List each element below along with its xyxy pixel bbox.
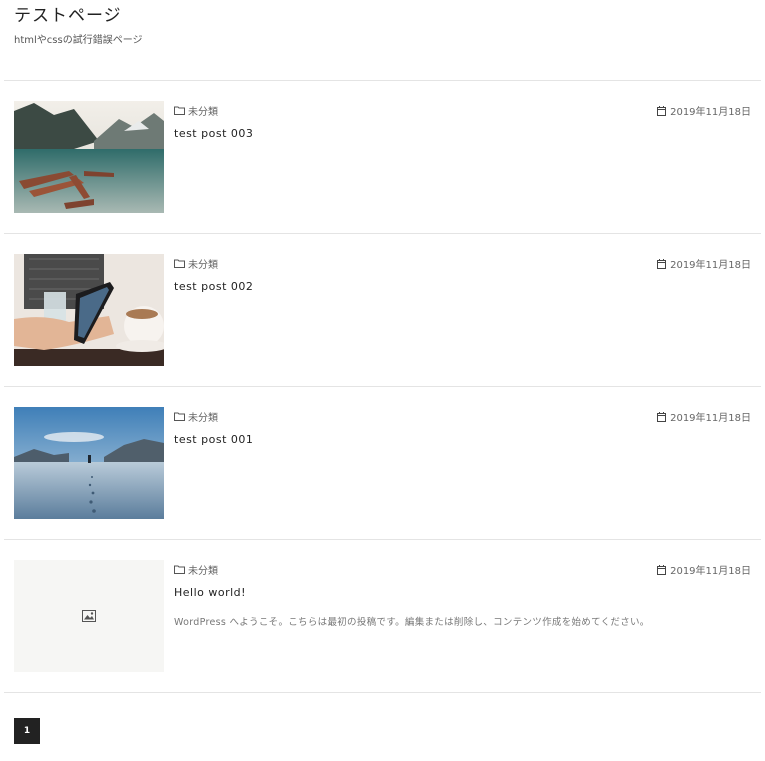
snow-field-image bbox=[14, 407, 164, 519]
post-category[interactable]: 未分類 bbox=[174, 562, 218, 577]
post-thumbnail-placeholder[interactable] bbox=[14, 560, 164, 672]
calendar-icon bbox=[657, 105, 667, 116]
post-category-label: 未分類 bbox=[188, 260, 218, 271]
post-title[interactable]: test post 002 bbox=[174, 280, 253, 293]
calendar-icon bbox=[657, 258, 667, 269]
post-category-label: 未分類 bbox=[188, 107, 218, 118]
post-date-label: 2019年11月18日 bbox=[670, 413, 751, 424]
lake-boats-image bbox=[14, 101, 164, 213]
post-thumbnail[interactable] bbox=[14, 101, 164, 213]
post-item: 未分類 2019年11月18日 test post 001 bbox=[4, 387, 761, 540]
post-date-label: 2019年11月18日 bbox=[670, 260, 751, 271]
post-thumbnail[interactable] bbox=[14, 254, 164, 366]
pagination: 1 bbox=[14, 718, 40, 744]
post-category-label: 未分類 bbox=[188, 566, 218, 577]
post-item: 未分類 2019年11月18日 test post 003 bbox=[4, 80, 761, 234]
post-item: 未分類 2019年11月18日 test post 002 bbox=[4, 234, 761, 387]
folder-icon bbox=[174, 412, 185, 421]
site-title[interactable]: テストページ bbox=[14, 5, 751, 27]
post-date-label: 2019年11月18日 bbox=[670, 566, 751, 577]
post-title[interactable]: test post 001 bbox=[174, 433, 253, 446]
post-date: 2019年11月18日 bbox=[657, 103, 751, 118]
phone-coffee-image bbox=[14, 254, 164, 366]
post-date: 2019年11月18日 bbox=[657, 409, 751, 424]
post-category[interactable]: 未分類 bbox=[174, 103, 218, 118]
post-date-label: 2019年11月18日 bbox=[670, 107, 751, 118]
folder-icon bbox=[174, 259, 185, 268]
post-title[interactable]: Hello world! bbox=[174, 586, 246, 599]
post-category[interactable]: 未分類 bbox=[174, 409, 218, 424]
post-title[interactable]: test post 003 bbox=[174, 127, 253, 140]
post-date: 2019年11月18日 bbox=[657, 562, 751, 577]
page-number-current[interactable]: 1 bbox=[14, 718, 40, 744]
post-date: 2019年11月18日 bbox=[657, 256, 751, 271]
post-excerpt: WordPress へようこそ。こちらは最初の投稿です。編集または削除し、コンテ… bbox=[174, 617, 650, 628]
post-category-label: 未分類 bbox=[188, 413, 218, 424]
site-header: テストページ htmlやcssの試行錯誤ページ bbox=[0, 0, 765, 80]
site-description: htmlやcssの試行錯誤ページ bbox=[14, 35, 143, 46]
post-category[interactable]: 未分類 bbox=[174, 256, 218, 271]
post-item: 未分類 2019年11月18日 Hello world! WordPress へ… bbox=[4, 540, 761, 693]
post-thumbnail[interactable] bbox=[14, 407, 164, 519]
folder-icon bbox=[174, 106, 185, 115]
calendar-icon bbox=[657, 411, 667, 422]
image-icon bbox=[82, 610, 96, 622]
calendar-icon bbox=[657, 564, 667, 575]
folder-icon bbox=[174, 565, 185, 574]
